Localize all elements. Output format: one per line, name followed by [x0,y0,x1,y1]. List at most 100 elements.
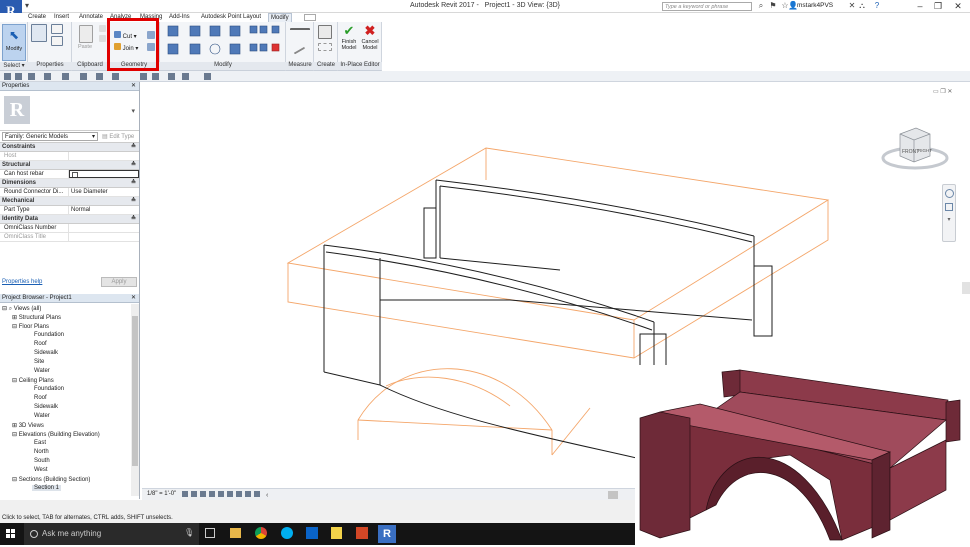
communication-icon[interactable]: ⛬ [857,1,867,11]
tree-item-north[interactable]: North [34,449,49,455]
skype-icon[interactable] [281,527,293,539]
tab-add-ins[interactable]: Add-Ins [167,13,192,22]
paste-icon[interactable] [79,25,93,43]
tab-create[interactable]: Create [26,13,48,22]
tree-item-east[interactable]: East [34,440,46,446]
task-view-icon[interactable] [205,528,215,538]
redo-icon [62,73,69,80]
type-selector[interactable]: R ▾ [0,91,139,131]
nav-dropdown-icon[interactable]: ▾ [943,216,955,223]
copy-icon[interactable] [99,25,106,32]
tree-sections[interactable]: ⊟ Sections (Building Section) [12,476,90,483]
modify-button[interactable]: ⬉ Modify [2,24,26,61]
outlook-icon[interactable] [306,527,318,539]
maximize-button[interactable]: ❐ [928,0,948,13]
tab-modify[interactable]: Modify [268,13,292,22]
view-scrollbar[interactable] [962,282,970,294]
tree-item-c-foundation[interactable]: Foundation [34,386,64,392]
group-identity-data[interactable]: Identity Data ≙ [0,215,139,224]
tree-item-south[interactable]: South [34,458,50,464]
lock-view-icon [236,491,242,497]
properties-help-link[interactable]: Properties help [2,279,42,285]
view-control-bar: 1/8" = 1'-0" ‹ [142,488,638,500]
tree-elevations[interactable]: ⊟ Elevations (Building Elevation) [12,431,100,438]
powerpoint-icon[interactable] [356,527,368,539]
edit-type-button[interactable]: ▤ Edit Type [102,133,134,140]
tree-item-c-sidewalk[interactable]: Sidewalk [34,404,58,410]
cube-face-right[interactable]: RIGHT [918,148,932,153]
cancel-model-button[interactable]: ✖ Cancel Model [360,24,380,60]
horizontal-scroll-thumb[interactable] [608,491,618,499]
chrome-icon[interactable] [255,527,267,539]
tree-item-west[interactable]: West [34,467,48,473]
delete-icon [271,43,280,52]
group-dimensions[interactable]: Dimensions ≙ [0,179,139,188]
prop-omniclass-number[interactable]: OmniClass Number [0,224,139,233]
tree-item-c-water[interactable]: Water [34,413,50,419]
finish-model-button[interactable]: ✔ Finish Model [339,24,359,60]
taskbar-search-input[interactable]: Ask me anything [24,523,199,545]
apply-button[interactable]: Apply [101,277,137,287]
binoculars-icon[interactable]: ⌕ [756,1,766,11]
can-host-rebar-checkbox[interactable] [72,172,78,177]
tree-item-roof[interactable]: Roof [34,341,47,347]
prop-round-connector[interactable]: Round Connector Di... Use Diameter [0,188,139,197]
tree-ceiling-plans[interactable]: ⊟ Ceiling Plans [12,377,54,384]
tree-item-section-1[interactable]: Section 1 [32,485,62,491]
prop-omniclass-title[interactable]: OmniClass Title [0,233,139,242]
type-properties-icon[interactable] [51,24,63,34]
family-selector[interactable]: Family: Generic Models ▾ [2,132,98,141]
cut-clipboard-icon[interactable] [99,35,106,42]
help-search-input[interactable]: Type a keyword or phrase [662,2,752,11]
create-group-icon[interactable] [318,43,332,51]
microphone-icon[interactable]: 🎙 [184,528,194,537]
ribbon-minimize-icon[interactable] [304,14,316,21]
windows-start-icon[interactable] [6,529,16,539]
tree-views-all[interactable]: ⊟ ⌕ Views (all) [2,305,41,313]
family-types-icon[interactable] [51,36,63,46]
back-post-left [423,207,437,259]
properties-icon[interactable] [31,24,47,42]
exchange-apps-icon[interactable]: ✕ [847,1,857,11]
minimize-button[interactable]: – [910,0,930,13]
file-explorer-icon[interactable] [230,528,241,538]
panel-label-modify: Modify [160,62,286,70]
sticky-notes-icon[interactable] [331,527,342,539]
tab-point-layout[interactable]: Autodesk Point Layout [199,13,263,22]
measure-icon[interactable] [290,28,310,34]
panel-label-select[interactable]: Select ▾ [0,62,28,70]
group-structural[interactable]: Structural ≙ [0,161,139,170]
close-icon[interactable]: ✕ [131,82,139,90]
user-name[interactable]: mstark4PVS [797,2,833,9]
group-constraints[interactable]: Constraints ≙ [0,143,139,152]
properties-palette: Properties ✕ R ▾ Family: Generic Models ▾… [0,82,140,294]
tree-structural-plans[interactable]: ⊞ Structural Plans [12,314,61,321]
view-scale[interactable]: 1/8" = 1'-0" [147,491,176,497]
create-similar-icon[interactable] [318,25,332,39]
tree-floor-plans[interactable]: ⊟ Floor Plans [12,323,49,330]
tree-item-sidewalk[interactable]: Sidewalk [34,350,58,356]
tree-3d-views[interactable]: ⊞ 3D Views [12,422,44,429]
tree-item-site[interactable]: Site [34,359,44,365]
view-window-controls[interactable]: ▭ ❐ ✕ [933,88,952,95]
tree-item-water[interactable]: Water [34,368,50,374]
zoom-icon[interactable] [945,203,953,211]
scrollbar-thumb[interactable] [132,316,138,466]
tree-item-c-roof[interactable]: Roof [34,395,47,401]
viewcube[interactable]: FRONT RIGHT [880,122,950,172]
tree-item-foundation[interactable]: Foundation [34,332,64,338]
subscription-icon[interactable]: ⚑ [768,1,778,11]
help-icon[interactable]: ? [872,1,882,11]
tab-annotate[interactable]: Annotate [77,13,105,22]
tab-insert[interactable]: Insert [52,13,71,22]
steering-wheel-icon[interactable] [944,189,954,198]
quick-access-dropdown-icon[interactable]: ▾ [22,1,32,11]
close-button[interactable]: ✕ [948,0,968,13]
close-icon[interactable]: ✕ [131,294,139,302]
cube-face-front[interactable]: FRONT [902,149,919,155]
prop-part-type[interactable]: Part Type Normal [0,206,139,215]
group-mechanical[interactable]: Mechanical ≙ [0,197,139,206]
browser-scrollbar[interactable] [131,304,139,496]
revit-taskbar-icon[interactable]: R [378,525,396,543]
panel-label-clipboard: Clipboard [72,62,108,70]
